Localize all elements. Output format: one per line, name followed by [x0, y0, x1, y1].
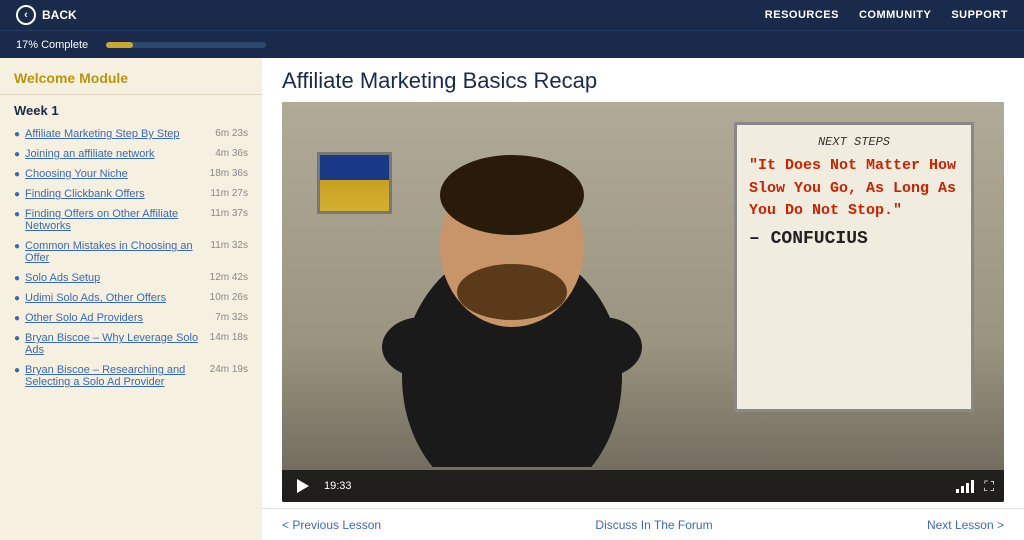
- sidebar-item-7[interactable]: ● Udimi Solo Ads, Other Offers 10m 26s: [0, 288, 262, 308]
- sidebar-link-1[interactable]: Joining an affiliate network: [25, 148, 208, 160]
- nav-community[interactable]: COMMUNITY: [859, 9, 931, 21]
- sidebar-item-4[interactable]: ● Finding Offers on Other Affiliate Netw…: [0, 204, 262, 236]
- whiteboard-author: – CONFUCIUS: [749, 229, 959, 249]
- sidebar-item-1[interactable]: ● Joining an affiliate network 4m 36s: [0, 144, 262, 164]
- progress-bar-bg: [106, 42, 266, 48]
- sidebar-item-6[interactable]: ● Solo Ads Setup 12m 42s: [0, 268, 262, 288]
- back-circle-icon: ‹: [16, 5, 36, 25]
- sidebar-meta-4: 11m 37s: [210, 208, 248, 219]
- clock-icon-9: ●: [14, 333, 20, 344]
- back-label: BACK: [42, 8, 77, 22]
- clock-icon-4: ●: [14, 209, 20, 220]
- sidebar-link-7[interactable]: Udimi Solo Ads, Other Offers: [25, 292, 203, 304]
- main-layout: Welcome Module Week 1 ● Affiliate Market…: [0, 58, 1024, 540]
- bottom-nav: < Previous Lesson Discuss In The Forum N…: [262, 508, 1024, 540]
- whiteboard-quote: "It Does Not Matter How Slow You Go, As …: [749, 155, 959, 223]
- sidebar-item-8[interactable]: ● Other Solo Ad Providers 7m 32s: [0, 308, 262, 328]
- sidebar-meta-3: 11m 27s: [210, 188, 248, 199]
- video-scene: NEXT STEPS "It Does Not Matter How Slow …: [282, 102, 1004, 502]
- sidebar-meta-8: 7m 32s: [215, 312, 248, 323]
- clock-icon-8: ●: [14, 313, 20, 324]
- sidebar-link-8[interactable]: Other Solo Ad Providers: [25, 312, 208, 324]
- page-title: Affiliate Marketing Basics Recap: [262, 58, 1024, 102]
- sidebar-item-9[interactable]: ● Bryan Biscoe – Why Leverage Solo Ads 1…: [0, 328, 262, 360]
- sidebar-meta-7: 10m 26s: [210, 292, 248, 303]
- clock-icon-3: ●: [14, 189, 20, 200]
- sidebar-link-3[interactable]: Finding Clickbank Offers: [25, 188, 203, 200]
- header: ‹ BACK RESOURCES COMMUNITY SUPPORT: [0, 0, 1024, 30]
- sidebar-item-3[interactable]: ● Finding Clickbank Offers 11m 27s: [0, 184, 262, 204]
- sidebar-module-title: Welcome Module: [0, 58, 262, 95]
- clock-icon-2: ●: [14, 169, 20, 180]
- sidebar-week-title: Week 1: [0, 95, 262, 124]
- back-button[interactable]: ‹ BACK: [16, 5, 77, 25]
- volume-indicator: [956, 479, 974, 493]
- clock-icon-6: ●: [14, 273, 20, 284]
- sidebar-meta-10: 24m 19s: [210, 364, 248, 375]
- discuss-forum-link[interactable]: Discuss In The Forum: [595, 518, 712, 532]
- progress-label: 17% Complete: [16, 39, 96, 51]
- video-player[interactable]: NEXT STEPS "It Does Not Matter How Slow …: [282, 102, 1004, 502]
- sidebar-meta-1: 4m 36s: [215, 148, 248, 159]
- clock-icon-1: ●: [14, 149, 20, 160]
- play-icon: [297, 479, 309, 493]
- sidebar-link-9[interactable]: Bryan Biscoe – Why Leverage Solo Ads: [25, 332, 203, 356]
- sidebar-meta-9: 14m 18s: [210, 332, 248, 343]
- sidebar-item-10[interactable]: ● Bryan Biscoe – Researching and Selecti…: [0, 360, 262, 392]
- sidebar: Welcome Module Week 1 ● Affiliate Market…: [0, 58, 262, 540]
- vol-bar-4: [971, 480, 974, 493]
- video-controls: 19:33 ⛶: [282, 470, 1004, 502]
- sidebar-link-4[interactable]: Finding Offers on Other Affiliate Networ…: [25, 208, 203, 232]
- progress-bar-fill: [106, 42, 133, 48]
- nav-resources[interactable]: RESOURCES: [765, 9, 839, 21]
- sidebar-link-5[interactable]: Common Mistakes in Choosing an Offer: [25, 240, 203, 264]
- sidebar-link-10[interactable]: Bryan Biscoe – Researching and Selecting…: [25, 364, 203, 388]
- play-button[interactable]: [292, 475, 314, 497]
- sidebar-link-2[interactable]: Choosing Your Niche: [25, 168, 203, 180]
- sidebar-meta-2: 18m 36s: [210, 168, 248, 179]
- nav-support[interactable]: SUPPORT: [951, 9, 1008, 21]
- sidebar-meta-6: 12m 42s: [210, 272, 248, 283]
- fullscreen-button[interactable]: ⛶: [984, 478, 994, 495]
- whiteboard-top: NEXT STEPS: [749, 135, 959, 149]
- sidebar-meta-5: 11m 32s: [210, 240, 248, 251]
- clock-icon-7: ●: [14, 293, 20, 304]
- sidebar-item-2[interactable]: ● Choosing Your Niche 18m 36s: [0, 164, 262, 184]
- header-nav: RESOURCES COMMUNITY SUPPORT: [765, 9, 1008, 21]
- next-lesson-link[interactable]: Next Lesson >: [927, 518, 1004, 532]
- video-time: 19:33: [324, 480, 352, 492]
- vol-bar-1: [956, 489, 959, 493]
- clock-icon-0: ●: [14, 129, 20, 140]
- vol-bar-2: [961, 486, 964, 493]
- clock-icon-10: ●: [14, 365, 20, 376]
- progress-row: 17% Complete: [0, 30, 1024, 58]
- sidebar-meta-0: 6m 23s: [215, 128, 248, 139]
- sidebar-link-0[interactable]: Affiliate Marketing Step By Step: [25, 128, 208, 140]
- sidebar-item-5[interactable]: ● Common Mistakes in Choosing an Offer 1…: [0, 236, 262, 268]
- clock-icon-5: ●: [14, 241, 20, 252]
- whiteboard: NEXT STEPS "It Does Not Matter How Slow …: [734, 122, 974, 412]
- sidebar-item-0[interactable]: ● Affiliate Marketing Step By Step 6m 23…: [0, 124, 262, 144]
- person-silhouette: [342, 117, 682, 467]
- sidebar-link-6[interactable]: Solo Ads Setup: [25, 272, 203, 284]
- prev-lesson-link[interactable]: < Previous Lesson: [282, 518, 381, 532]
- vol-bar-3: [966, 483, 969, 493]
- content-area: Affiliate Marketing Basics Recap: [262, 58, 1024, 540]
